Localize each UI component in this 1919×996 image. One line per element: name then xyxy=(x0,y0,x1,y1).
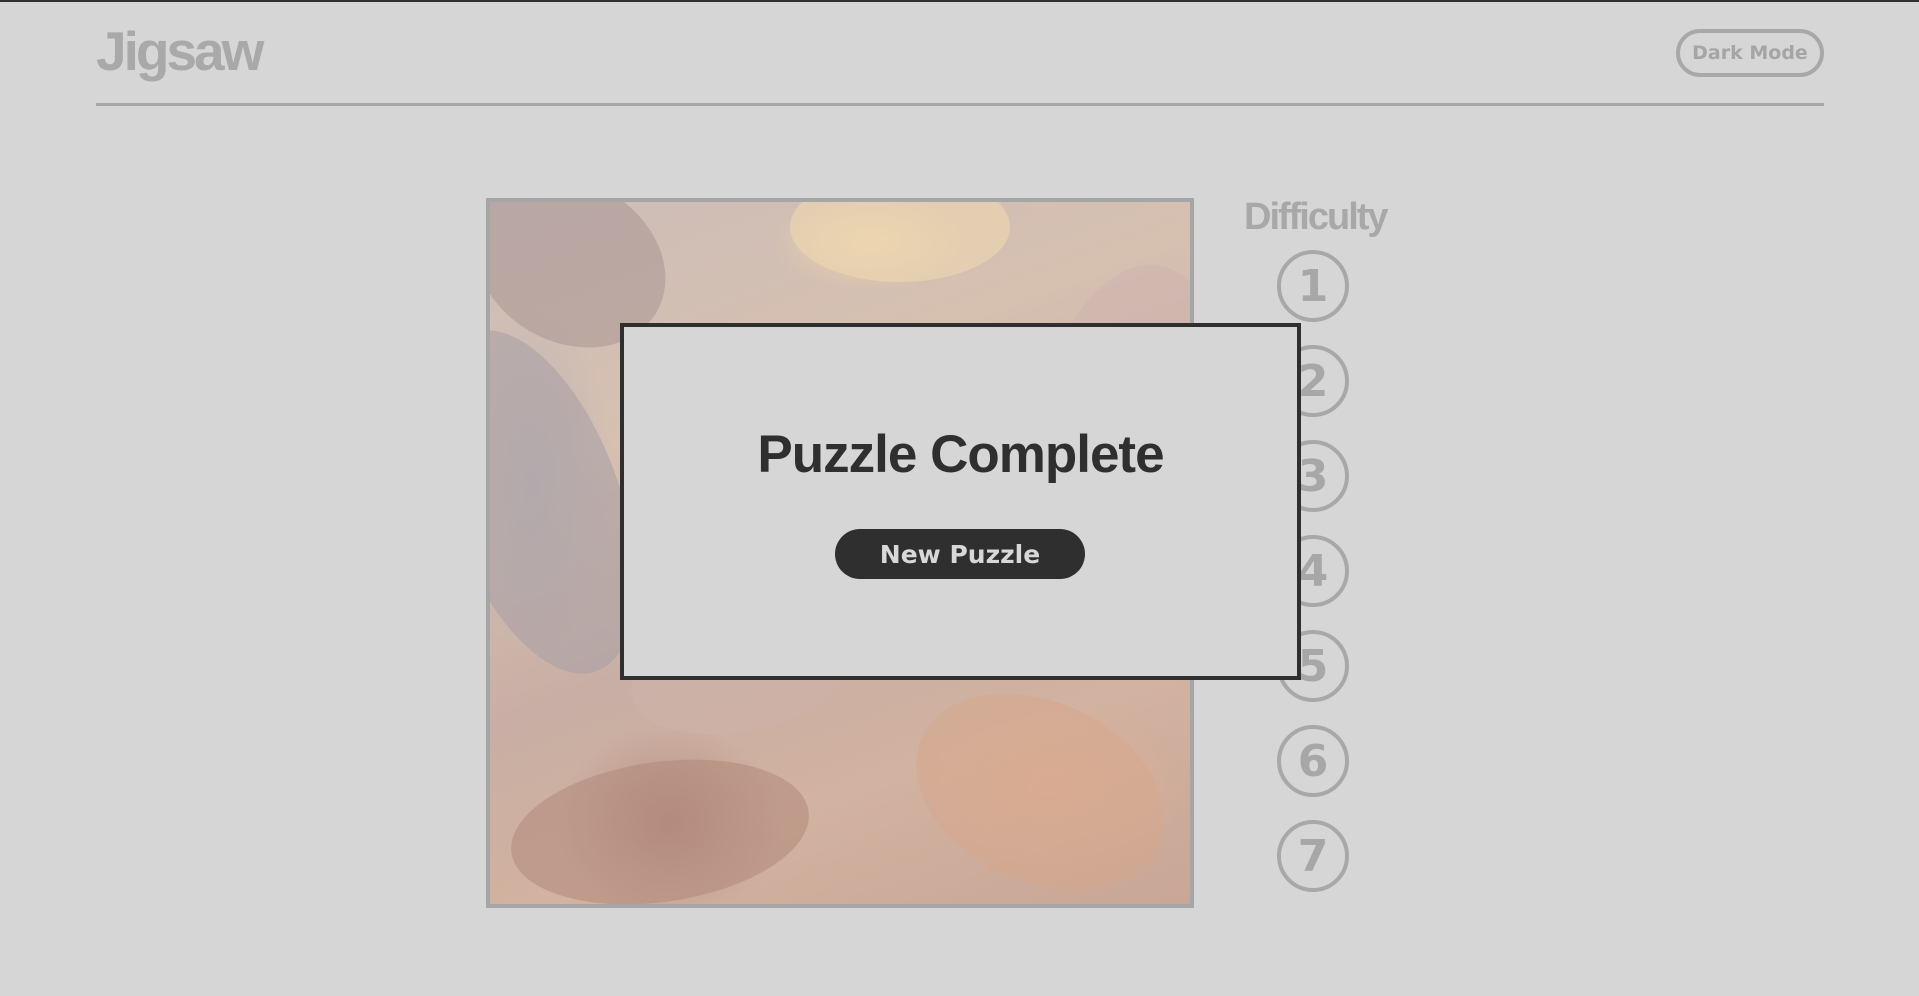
puzzle-complete-dialog: Puzzle Complete New Puzzle xyxy=(620,323,1301,680)
puzzle-image-streak xyxy=(501,741,819,904)
new-puzzle-button[interactable]: New Puzzle xyxy=(835,529,1085,579)
difficulty-label: Difficulty xyxy=(1244,196,1389,238)
page: Jigsaw Dark Mode Difficulty 1 2 3 4 5 6 … xyxy=(0,0,1919,996)
app-title: Jigsaw xyxy=(96,20,264,82)
dialog-title: Puzzle Complete xyxy=(757,425,1164,484)
difficulty-level-1[interactable]: 1 xyxy=(1277,250,1349,322)
puzzle-image-streak xyxy=(884,655,1190,904)
difficulty-level-6[interactable]: 6 xyxy=(1277,725,1349,797)
header: Jigsaw Dark Mode xyxy=(96,2,1824,106)
dark-mode-button[interactable]: Dark Mode xyxy=(1676,29,1824,77)
difficulty-level-7[interactable]: 7 xyxy=(1277,820,1349,892)
puzzle-image-streak xyxy=(790,202,1010,282)
